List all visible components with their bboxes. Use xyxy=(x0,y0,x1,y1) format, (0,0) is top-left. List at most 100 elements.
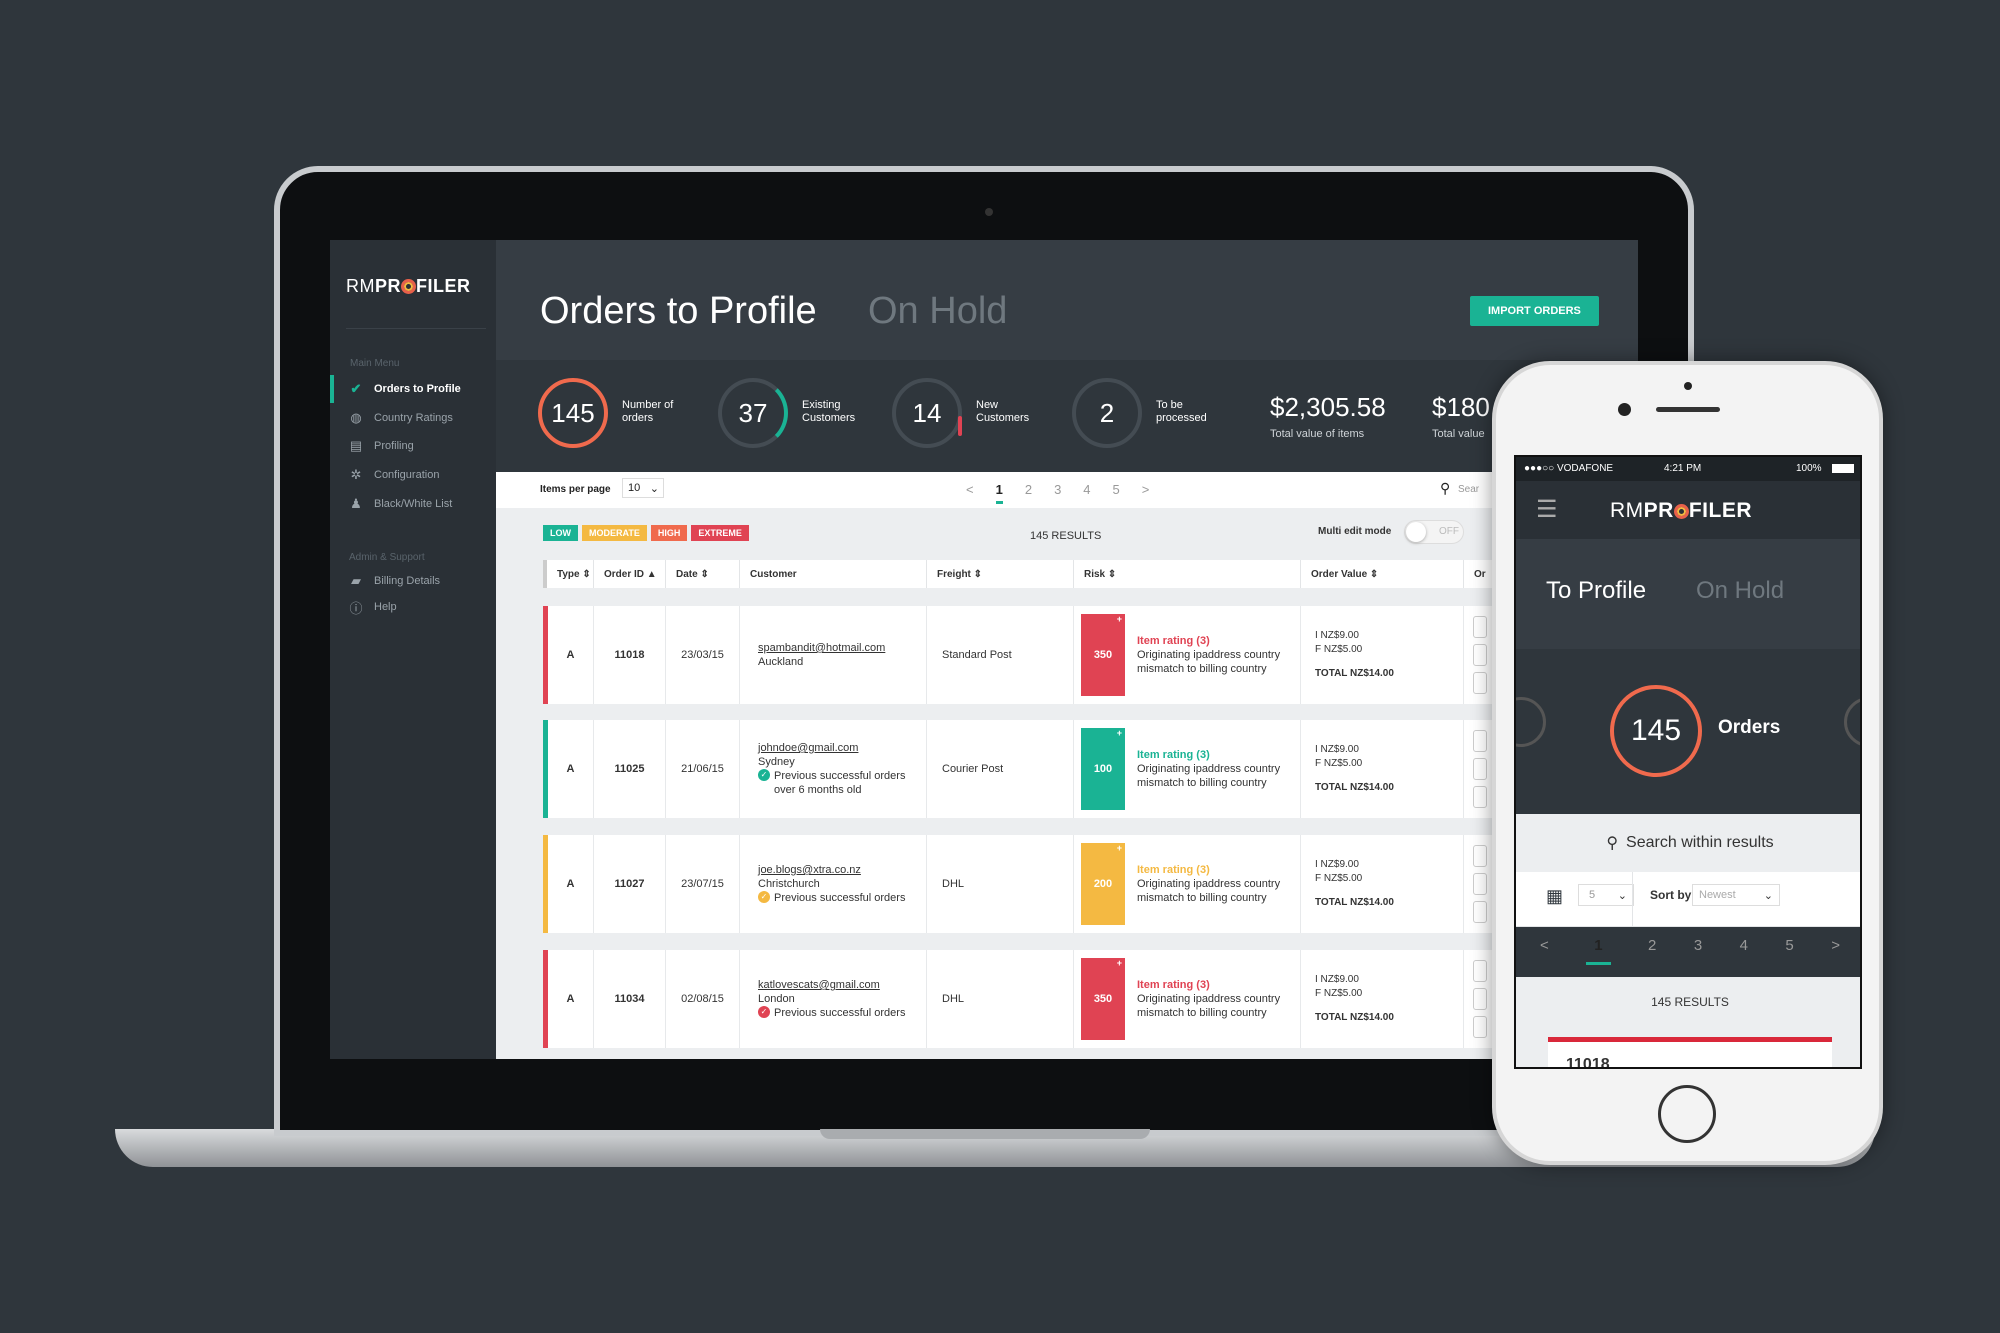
mobile-order-card[interactable]: 11018 xyxy=(1548,1037,1832,1067)
customer-note: ✓ Previous successful orders xyxy=(758,891,905,905)
table-row[interactable]: A 11018 23/03/15 spambandit@hotmail.com … xyxy=(543,606,1638,704)
sidebar-item-help[interactable]: ⓘ Help xyxy=(330,593,496,621)
page-1[interactable]: 1 xyxy=(995,482,1003,504)
customer-email-link[interactable]: johndoe@gmail.com xyxy=(758,741,858,755)
multi-edit-label: Multi edit mode xyxy=(1318,526,1392,537)
mobile-search-input[interactable]: ⚲ Search within results xyxy=(1516,814,1860,872)
page-next[interactable]: > xyxy=(1142,482,1150,504)
phone-home-button[interactable] xyxy=(1658,1085,1716,1143)
search-input[interactable]: Sear xyxy=(1458,484,1479,495)
risk-score-badge[interactable]: 100 xyxy=(1081,728,1125,810)
page-5[interactable]: 5 xyxy=(1113,482,1120,504)
action-button[interactable] xyxy=(1473,988,1487,1010)
customer-email-link[interactable]: joe.blogs@xtra.co.nz xyxy=(758,863,861,877)
action-button[interactable] xyxy=(1473,873,1487,895)
sidebar-item-configuration[interactable]: ✲ Configuration xyxy=(330,461,496,489)
stats-band: 145 Number of orders 37 Existing Customers… xyxy=(496,360,1638,472)
action-button[interactable] xyxy=(1473,1016,1487,1038)
stat-ring-existing: 37 xyxy=(718,378,788,448)
search-icon[interactable]: ⚲ xyxy=(1440,480,1450,497)
sort-select[interactable]: Newest ⌄ xyxy=(1692,884,1780,906)
mobile-page-1[interactable]: 1 xyxy=(1586,937,1611,965)
mobile-tab-to-profile[interactable]: To Profile xyxy=(1546,577,1646,605)
phone-speaker xyxy=(1656,407,1720,412)
sidebar-item-billing-details[interactable]: ▰ Billing Details xyxy=(330,567,496,595)
action-button[interactable] xyxy=(1473,616,1487,638)
page-2[interactable]: 2 xyxy=(1025,482,1032,504)
mobile-page-5[interactable]: 5 xyxy=(1785,937,1793,965)
col-customer: Customer xyxy=(740,560,927,588)
results-count: 145 RESULTS xyxy=(1030,530,1102,542)
items-per-page-select[interactable]: 10 ⌄ xyxy=(622,478,664,498)
table-row[interactable]: A 11025 21/06/15 johndoe@gmail.com Sydne… xyxy=(543,720,1638,818)
sidebar-item-country-ratings[interactable]: ◍ Country Ratings xyxy=(330,404,496,432)
cell-type: A xyxy=(548,950,594,1048)
tab-orders-to-profile[interactable]: Orders to Profile xyxy=(540,290,817,333)
battery-level: 100% xyxy=(1796,463,1822,474)
risk-legend: LOW MODERATE HIGH EXTREME xyxy=(543,525,749,541)
cell-order-id: 11025 xyxy=(594,720,666,818)
col-freight[interactable]: Freight ⇕ xyxy=(927,560,1074,588)
risk-score-badge[interactable]: 350 xyxy=(1081,958,1125,1040)
action-button[interactable] xyxy=(1473,960,1487,982)
action-button[interactable] xyxy=(1473,672,1487,694)
stat-label-orders: Number of orders xyxy=(622,399,674,424)
action-button[interactable] xyxy=(1473,786,1487,808)
mobile-page-prev[interactable]: < xyxy=(1540,937,1549,965)
mobile-page-4[interactable]: 4 xyxy=(1740,937,1748,965)
logo: RMPR FILER xyxy=(346,276,471,296)
page-4[interactable]: 4 xyxy=(1083,482,1090,504)
action-button[interactable] xyxy=(1473,758,1487,780)
action-button[interactable] xyxy=(1473,644,1487,666)
check-circle-icon: ✔ xyxy=(350,381,362,396)
stat-ring-orders: 145 xyxy=(538,378,608,448)
stat-ring-new: 14 xyxy=(892,378,962,448)
cell-customer: spambandit@hotmail.com Auckland ✓ xyxy=(740,606,927,704)
user-icon: ♟ xyxy=(350,496,362,511)
col-risk[interactable]: Risk ⇕ xyxy=(1074,560,1301,588)
grid-view-icon[interactable]: ▦ xyxy=(1546,886,1563,907)
col-type[interactable]: Type ⇕ xyxy=(543,560,594,588)
page-3[interactable]: 3 xyxy=(1054,482,1061,504)
customer-email-link[interactable]: spambandit@hotmail.com xyxy=(758,641,885,655)
mobile-page-2[interactable]: 2 xyxy=(1648,937,1656,965)
mobile-page-3[interactable]: 3 xyxy=(1694,937,1702,965)
customer-city: London xyxy=(758,993,795,1005)
cell-risk: 200 Item rating (3)Originating ipaddress… xyxy=(1074,835,1301,933)
mobile-page-next[interactable]: > xyxy=(1831,937,1840,965)
search-icon: ⚲ xyxy=(1606,835,1619,852)
mobile-header: ☰ RMPR FILER xyxy=(1516,481,1860,539)
cell-risk: 100 Item rating (3)Originating ipaddress… xyxy=(1074,720,1301,818)
risk-score-badge[interactable]: 200 xyxy=(1081,843,1125,925)
items-per-page-label: Items per page xyxy=(540,484,611,495)
mobile-tabs: To Profile On Hold xyxy=(1516,539,1860,649)
import-orders-button[interactable]: IMPORT ORDERS xyxy=(1470,296,1599,326)
sidebar-item-black-white-list[interactable]: ♟ Black/White List xyxy=(330,490,496,518)
battery-icon xyxy=(1832,464,1854,473)
carrier: ●●●○○ VODAFONE xyxy=(1524,463,1614,474)
col-order-id[interactable]: Order ID ▲ xyxy=(594,560,666,588)
tab-on-hold[interactable]: On Hold xyxy=(868,290,1007,333)
action-button[interactable] xyxy=(1473,845,1487,867)
risk-score-badge[interactable]: 350 xyxy=(1081,614,1125,696)
sidebar-item-profiling[interactable]: ▤ Profiling xyxy=(330,432,496,460)
cell-risk: 350 Item rating (3)Originating ipaddress… xyxy=(1074,950,1301,1048)
wallet-icon: ▰ xyxy=(351,573,361,588)
cell-order-id: 11018 xyxy=(594,606,666,704)
mobile-pagination: < 1 2 3 4 5 > xyxy=(1540,937,1840,965)
mobile-per-page-select[interactable]: 5 ⌄ xyxy=(1578,884,1634,906)
cell-order-value: I NZ$9.00 F NZ$5.00 TOTAL NZ$14.00 xyxy=(1301,950,1464,1048)
sidebar-item-orders-to-profile[interactable]: ✔ Orders to Profile xyxy=(330,375,496,403)
cell-date: 02/08/15 xyxy=(666,950,740,1048)
action-button[interactable] xyxy=(1473,730,1487,752)
table-row[interactable]: A 11027 23/07/15 joe.blogs@xtra.co.nz Ch… xyxy=(543,835,1638,933)
table-row[interactable]: A 11034 02/08/15 katlovescats@gmail.com … xyxy=(543,950,1638,1048)
hamburger-menu-icon[interactable]: ☰ xyxy=(1536,495,1558,524)
customer-email-link[interactable]: katlovescats@gmail.com xyxy=(758,978,880,992)
col-date[interactable]: Date ⇕ xyxy=(666,560,740,588)
page-prev[interactable]: < xyxy=(966,482,974,504)
multi-edit-toggle[interactable]: OFF xyxy=(1404,520,1464,544)
mobile-tab-on-hold[interactable]: On Hold xyxy=(1696,577,1784,605)
action-button[interactable] xyxy=(1473,901,1487,923)
col-order-value[interactable]: Order Value ⇕ xyxy=(1301,560,1464,588)
